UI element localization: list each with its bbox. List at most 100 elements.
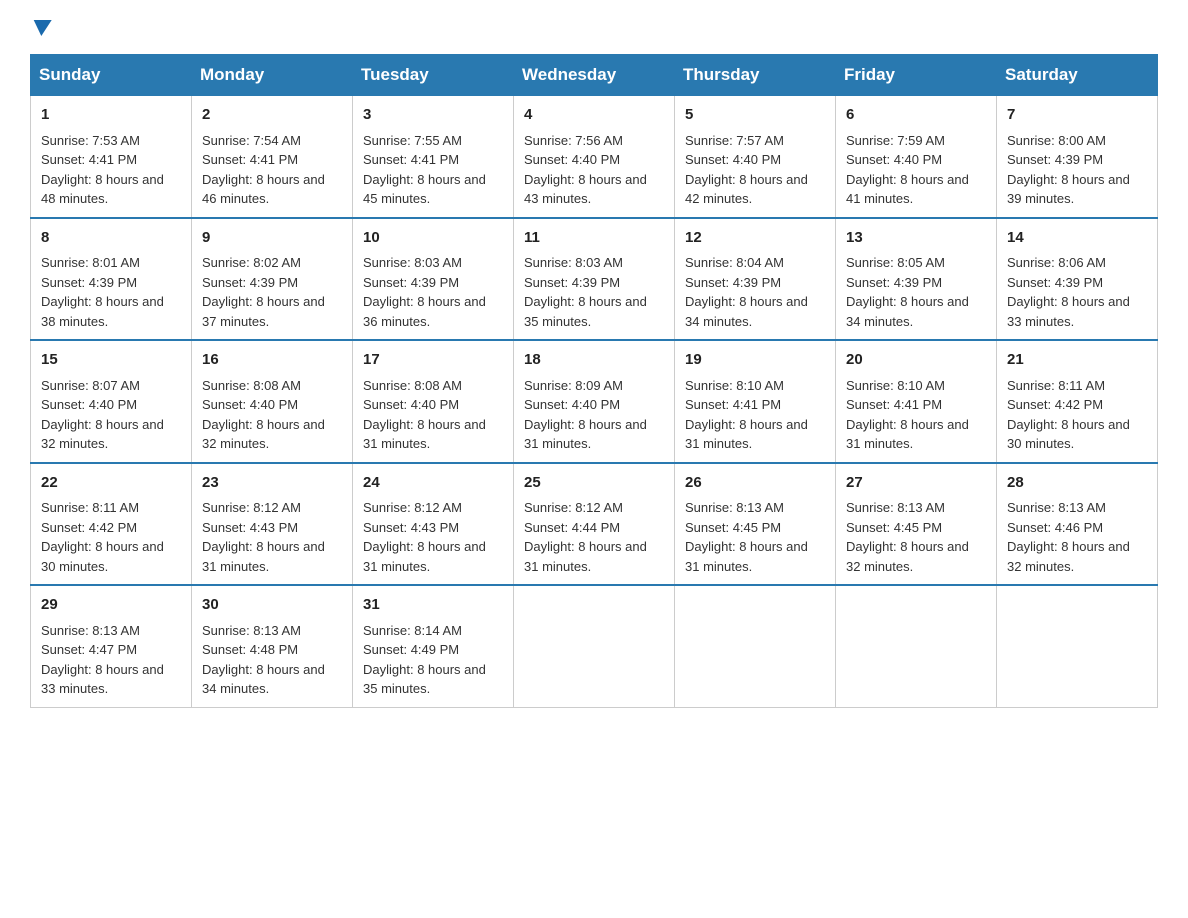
calendar-cell: 3 Sunrise: 7:55 AM Sunset: 4:41 PM Daylight… [353, 96, 514, 218]
sunrise-text: Sunrise: 8:13 AM [202, 623, 301, 638]
day-number: 28 [1007, 472, 1147, 495]
sunset-text: Sunset: 4:40 PM [41, 397, 137, 412]
daylight-text: Daylight: 8 hours and 34 minutes. [685, 294, 808, 329]
day-number: 16 [202, 349, 342, 372]
calendar-cell: 8Sunrise: 8:01 AMSunset: 4:39 PMDaylight… [31, 218, 192, 341]
day-number: 2 [202, 104, 342, 127]
daylight-text: Daylight: 8 hours and 35 minutes. [524, 294, 647, 329]
calendar-cell: 26Sunrise: 8:13 AMSunset: 4:45 PMDayligh… [675, 463, 836, 586]
daylight-text: Daylight: 8 hours and 32 minutes. [41, 417, 164, 452]
week-row-3: 15Sunrise: 8:07 AMSunset: 4:40 PMDayligh… [31, 340, 1158, 463]
day-number: 1 [41, 104, 181, 127]
daylight-text: Daylight: 8 hours and 31 minutes. [524, 539, 647, 574]
sunset-text: Sunset: 4:47 PM [41, 642, 137, 657]
calendar-cell: 12 Sunrise: 8:04 AM Sunset: 4:39 PM Dayligh… [675, 218, 836, 341]
daylight-text: Daylight: 8 hours and 30 minutes. [41, 539, 164, 574]
calendar-cell: 17Sunrise: 8:08 AMSunset: 4:40 PMDayligh… [353, 340, 514, 463]
calendar-cell: 5Sunrise: 7:57 AMSunset: 4:40 PMDaylight… [675, 96, 836, 218]
sunrise-text: Sunrise: 7:55 AM [363, 133, 462, 148]
sunset-text: Sunset: 4:39 PM [202, 275, 298, 290]
sunset-text: Sunset: 4:40 PM [685, 152, 781, 167]
day-number: 27 [846, 472, 986, 495]
calendar-cell: 6Sunrise: 7:59 AMSunset: 4:40 PMDaylight… [836, 96, 997, 218]
day-header-thursday: Thursday [675, 55, 836, 96]
calendar-cell: 9Sunrise: 8:02 AMSunset: 4:39 PMDaylight… [192, 218, 353, 341]
calendar-cell: 20Sunrise: 8:10 AMSunset: 4:41 PMDayligh… [836, 340, 997, 463]
daylight-text: Daylight: 8 hours and 42 minutes. [685, 172, 808, 207]
daylight-text: Daylight: 8 hours and 32 minutes. [202, 417, 325, 452]
day-number: 25 [524, 472, 664, 495]
sunset-text: Sunset: 4:48 PM [202, 642, 298, 657]
calendar-cell: 31Sunrise: 8:14 AMSunset: 4:49 PMDayligh… [353, 585, 514, 707]
sunset-text: Sunset: 4:44 PM [524, 520, 620, 535]
days-header-row: SundayMondayTuesdayWednesdayThursdayFrid… [31, 55, 1158, 96]
week-row-5: 29Sunrise: 8:13 AMSunset: 4:47 PMDayligh… [31, 585, 1158, 707]
day-number: 4 [524, 104, 664, 127]
sunrise-text: Sunrise: 8:02 AM [202, 255, 301, 270]
calendar-cell: 29Sunrise: 8:13 AMSunset: 4:47 PMDayligh… [31, 585, 192, 707]
sunset-text: Sunset: 4:41 PM [363, 152, 459, 167]
calendar-cell: 14Sunrise: 8:06 AMSunset: 4:39 PMDayligh… [997, 218, 1158, 341]
sunset-text: Sunset: 4:40 PM [524, 397, 620, 412]
sunset-text: Sunset: 4:40 PM [524, 152, 620, 167]
logo-arrow-icon [32, 20, 51, 36]
sunset-text: Sunset: 4:41 PM [685, 397, 781, 412]
logo [30, 20, 51, 36]
sunrise-text: Sunrise: 8:14 AM [363, 623, 462, 638]
daylight-text: Daylight: 8 hours and 32 minutes. [1007, 539, 1130, 574]
calendar-cell: 25 Sunrise: 8:12 AM Sunset: 4:44 PM Dayligh… [514, 463, 675, 586]
day-number: 26 [685, 472, 825, 495]
calendar-cell [675, 585, 836, 707]
day-header-sunday: Sunday [31, 55, 192, 96]
sunset-text: Sunset: 4:39 PM [685, 275, 781, 290]
sunrise-text: Sunrise: 8:12 AM [202, 500, 301, 515]
calendar-cell: 7Sunrise: 8:00 AMSunset: 4:39 PMDaylight… [997, 96, 1158, 218]
sunrise-text: Sunrise: 8:08 AM [202, 378, 301, 393]
daylight-text: Daylight: 8 hours and 31 minutes. [363, 539, 486, 574]
calendar-cell: 11Sunrise: 8:03 AMSunset: 4:39 PMDayligh… [514, 218, 675, 341]
sunrise-text: Sunrise: 8:13 AM [1007, 500, 1106, 515]
day-number: 3 [363, 104, 503, 127]
day-number: 20 [846, 349, 986, 372]
header [30, 20, 1158, 36]
sunrise-text: Sunrise: 7:54 AM [202, 133, 301, 148]
daylight-text: Daylight: 8 hours and 45 minutes. [363, 172, 486, 207]
sunset-text: Sunset: 4:45 PM [846, 520, 942, 535]
day-number: 10 [363, 227, 503, 250]
daylight-text: Daylight: 8 hours and 36 minutes. [363, 294, 486, 329]
day-number: 5 [685, 104, 825, 127]
calendar-cell [514, 585, 675, 707]
daylight-text: Daylight: 8 hours and 34 minutes. [202, 662, 325, 697]
daylight-text: Daylight: 8 hours and 46 minutes. [202, 172, 325, 207]
day-number: 14 [1007, 227, 1147, 250]
daylight-text: Daylight: 8 hours and 30 minutes. [1007, 417, 1130, 452]
daylight-text: Daylight: 8 hours and 31 minutes. [846, 417, 969, 452]
sunrise-text: Sunrise: 8:13 AM [41, 623, 140, 638]
day-number: 19 [685, 349, 825, 372]
calendar-cell [997, 585, 1158, 707]
sunrise-text: Sunrise: 8:12 AM [524, 500, 623, 515]
daylight-text: Daylight: 8 hours and 33 minutes. [41, 662, 164, 697]
sunrise-text: Sunrise: 8:05 AM [846, 255, 945, 270]
calendar-cell: 23Sunrise: 8:12 AMSunset: 4:43 PMDayligh… [192, 463, 353, 586]
calendar-table: SundayMondayTuesdayWednesdayThursdayFrid… [30, 54, 1158, 708]
calendar-cell: 19Sunrise: 8:10 AMSunset: 4:41 PMDayligh… [675, 340, 836, 463]
sunrise-text: Sunrise: 8:08 AM [363, 378, 462, 393]
sunset-text: Sunset: 4:39 PM [1007, 152, 1103, 167]
sunrise-text: Sunrise: 8:10 AM [846, 378, 945, 393]
sunset-text: Sunset: 4:39 PM [1007, 275, 1103, 290]
day-number: 6 [846, 104, 986, 127]
daylight-text: Daylight: 8 hours and 31 minutes. [685, 417, 808, 452]
day-number: 8 [41, 227, 181, 250]
daylight-text: Daylight: 8 hours and 35 minutes. [363, 662, 486, 697]
calendar-cell: 4Sunrise: 7:56 AMSunset: 4:40 PMDaylight… [514, 96, 675, 218]
daylight-text: Daylight: 8 hours and 37 minutes. [202, 294, 325, 329]
day-number: 24 [363, 472, 503, 495]
sunrise-text: Sunrise: 8:04 AM [685, 255, 784, 270]
day-number: 22 [41, 472, 181, 495]
calendar-cell: 2Sunrise: 7:54 AMSunset: 4:41 PMDaylight… [192, 96, 353, 218]
sunrise-text: Sunrise: 8:00 AM [1007, 133, 1106, 148]
day-number: 12 [685, 227, 825, 250]
daylight-text: Daylight: 8 hours and 31 minutes. [685, 539, 808, 574]
sunrise-text: Sunrise: 7:59 AM [846, 133, 945, 148]
